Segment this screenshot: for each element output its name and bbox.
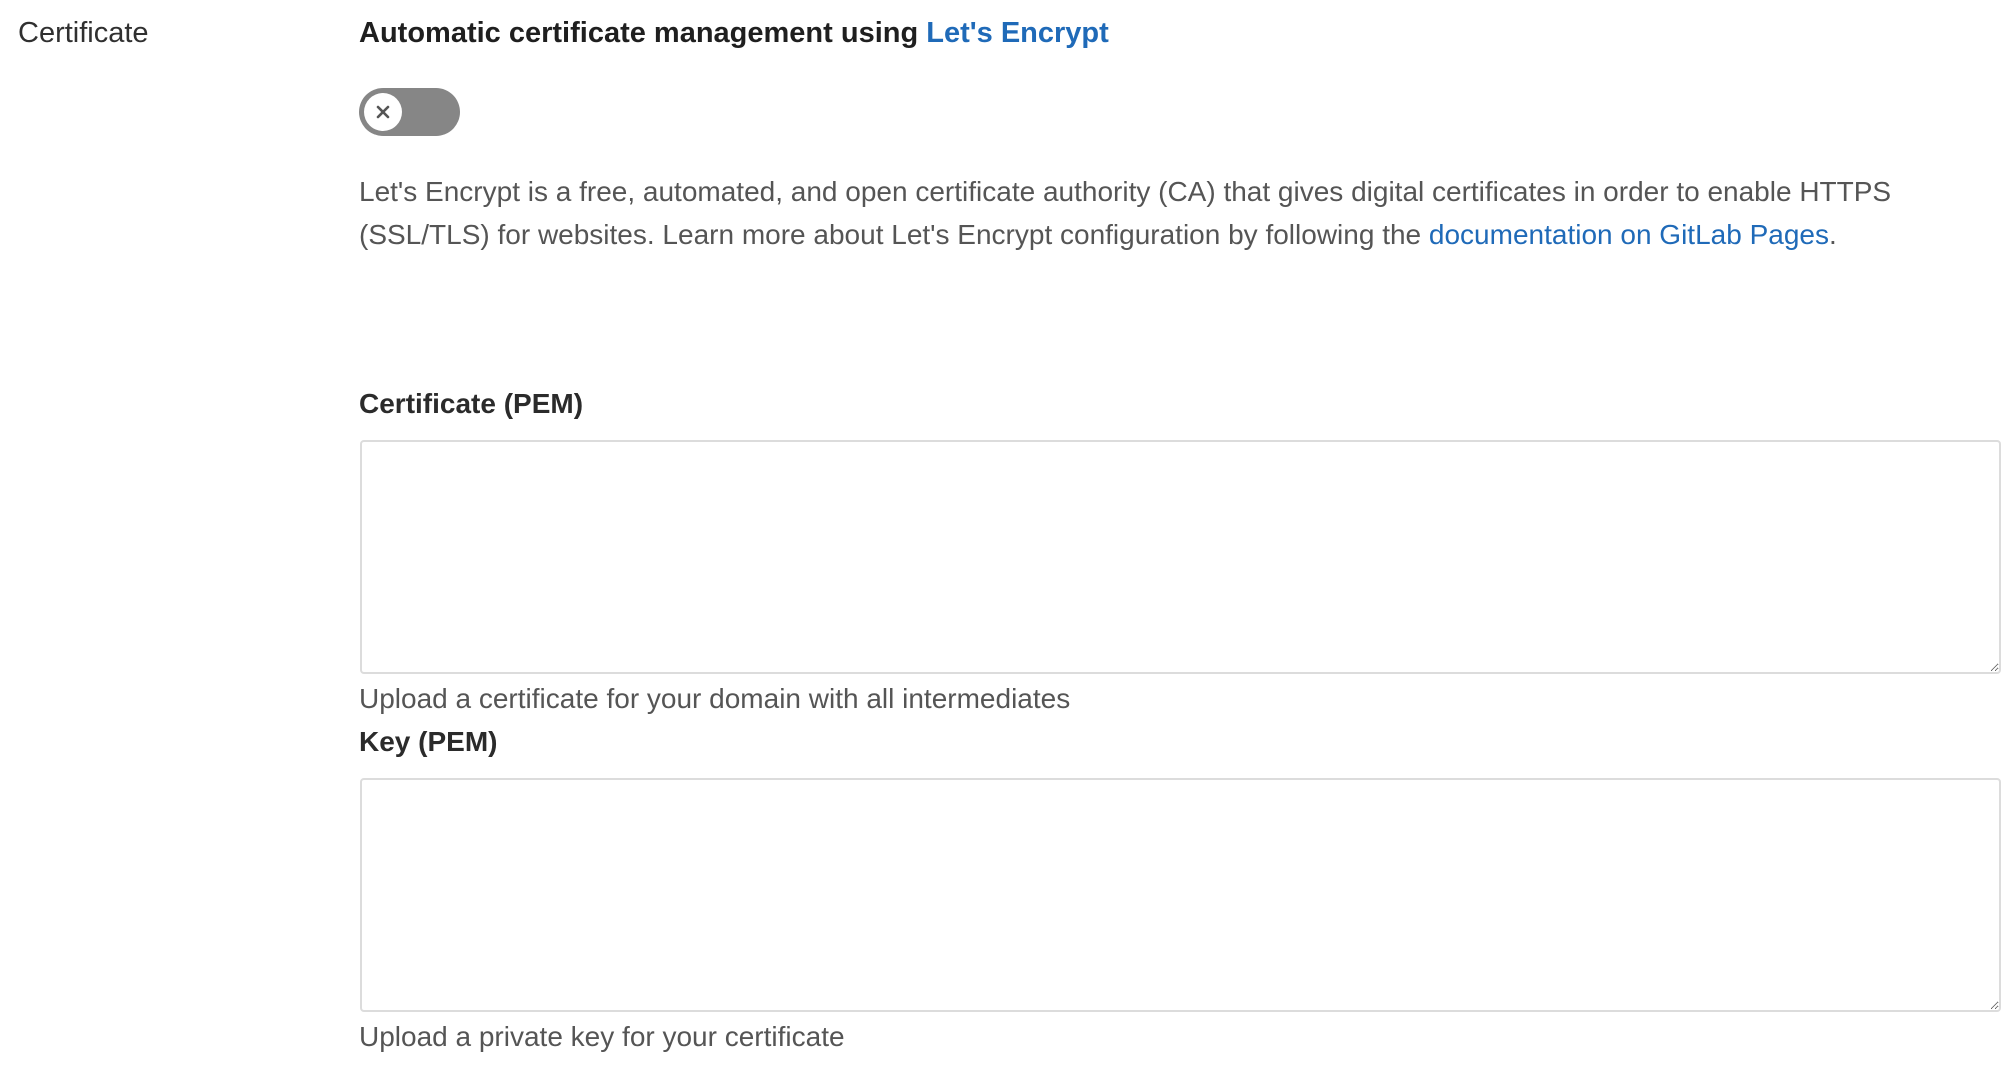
lets-encrypt-description: Let's Encrypt is a free, automated, and … — [359, 170, 1989, 256]
lets-encrypt-heading-text: Automatic certificate management using — [359, 17, 927, 49]
toggle-knob — [364, 93, 402, 131]
lets-encrypt-heading: Automatic certificate management using L… — [359, 17, 1109, 50]
key-pem-textarea[interactable] — [360, 778, 2001, 1012]
lets-encrypt-toggle[interactable] — [359, 88, 460, 136]
close-icon — [376, 105, 390, 119]
certificate-pem-label: Certificate (PEM) — [359, 388, 584, 419]
certificate-pem-help: Upload a certificate for your domain wit… — [359, 683, 1071, 714]
lets-encrypt-link[interactable]: Let's Encrypt — [926, 17, 1109, 49]
lets-encrypt-description-suffix: . — [1828, 219, 1837, 250]
certificate-pem-textarea[interactable] — [360, 440, 2001, 674]
section-label: Certificate — [18, 17, 149, 49]
key-pem-label: Key (PEM) — [359, 726, 498, 757]
key-pem-help: Upload a private key for your certificat… — [359, 1021, 845, 1052]
gitlab-pages-docs-link[interactable]: documentation on GitLab Pages — [1429, 219, 1829, 250]
